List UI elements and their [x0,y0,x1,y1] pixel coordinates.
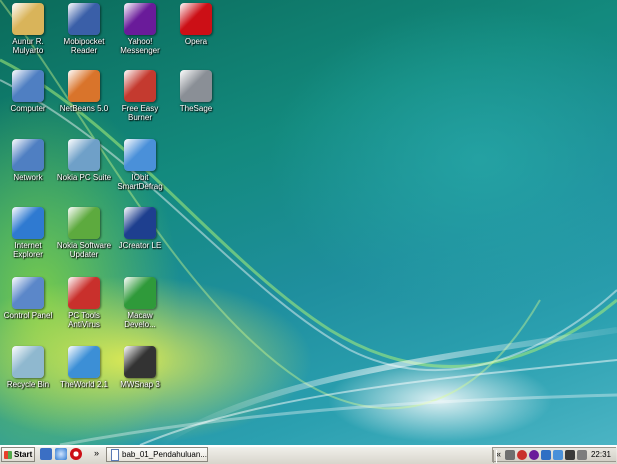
desktop-shortcut-label: MWSnap 3 [120,380,160,389]
taskbar-clock[interactable]: 22:31 [591,450,611,459]
desktop-shortcut-label: Free Easy Burner [121,104,159,122]
computer-icon [12,70,44,102]
tray-bluetooth-icon[interactable] [541,450,551,460]
desktop-shortcut[interactable]: TheSage [168,70,224,113]
desktop-shortcut[interactable]: PC Tools AntiVirus [56,277,112,329]
tray-separator [493,450,497,463]
desktop-shortcut-label: Recycle Bin [6,380,50,389]
opera-icon [180,3,212,35]
desktop-shortcut-label: Nokia Software Updater [56,241,112,259]
quick-launch-ie-icon[interactable] [55,448,67,460]
desktop-shortcut[interactable]: Network [0,139,56,182]
desktop-shortcut-label: TheWorld 2.1 [60,380,108,389]
desktop-shortcut-label: Yahoo! Messenger [120,37,160,55]
windows-logo-icon [4,450,12,459]
desktop-shortcut-label: Network [13,173,43,182]
desktop-shortcut[interactable]: Computer [0,70,56,113]
start-button[interactable]: Start [1,447,35,462]
desktop-shortcut[interactable]: Nokia PC Suite [56,139,112,182]
desktop-shortcut[interactable]: NetBeans 5.0 [56,70,112,113]
internet-explorer-icon [12,207,44,239]
desktop-shortcut[interactable]: Nokia Software Updater [56,207,112,259]
desktop-shortcut[interactable]: Mobipocket Reader [56,3,112,55]
desktop-shortcut[interactable]: Internet Explorer [0,207,56,259]
desktop-shortcut[interactable]: Macaw Develo... [112,277,168,329]
tray-volume-icon[interactable] [577,450,587,460]
desktop-shortcut-label: PC Tools AntiVirus [68,311,100,329]
taskbar-window-label: bab_01_Pendahuluan... [122,450,207,459]
desktop-shortcut[interactable]: Free Easy Burner [112,70,168,122]
desktop-shortcut[interactable]: JCreator LE [112,207,168,250]
nokia-software-updater-icon [68,207,100,239]
desktop-shortcut-label: JCreator LE [118,241,162,250]
smartdefrag-icon [124,139,156,171]
desktop-shortcut-label: Mobipocket Reader [63,37,105,55]
tray-display-icon[interactable] [565,450,575,460]
desktop-shortcut[interactable]: Recycle Bin [0,346,56,389]
theworld-browser-icon [68,346,100,378]
quick-launch-more-button[interactable]: » [94,448,99,458]
recycle-bin-icon [12,346,44,378]
desktop-shortcut-label: TheSage [179,104,213,113]
jcreator-icon [124,207,156,239]
desktop-shortcut-label: Computer [10,104,46,113]
document-icon [111,448,120,461]
desktop[interactable]: Aunur R. Mulyarto Mobipocket Reader Yahoo!… [0,0,617,445]
network-icon [12,139,44,171]
taskbar: Start » bab_01_Pendahuluan... « 22:31 [0,445,617,464]
taskbar-window-button[interactable]: bab_01_Pendahuluan... [106,447,208,462]
tray-network-icon[interactable] [505,450,515,460]
show-desktop-icon[interactable] [40,448,52,460]
pc-tools-antivirus-icon [68,277,100,309]
desktop-shortcut[interactable]: Control Panel [0,277,56,320]
desktop-shortcut-label: Macaw Develo... [124,311,156,329]
mwsnap-icon [124,346,156,378]
thesage-icon [180,70,212,102]
desktop-shortcut[interactable]: MWSnap 3 [112,346,168,389]
desktop-shortcut[interactable]: Opera [168,3,224,46]
system-tray: « 22:31 [492,447,616,463]
desktop-shortcut[interactable]: Yahoo! Messenger [112,3,168,55]
desktop-shortcut-label: Opera [184,37,208,46]
start-button-label: Start [14,450,33,459]
desktop-shortcut-label: IObit SmartDefrag [117,173,163,191]
yahoo-messenger-icon [124,3,156,35]
desktop-shortcut[interactable]: IObit SmartDefrag [112,139,168,191]
control-panel-icon [12,277,44,309]
desktop-shortcut-label: Aunur R. Mulyarto [12,37,44,55]
free-easy-burner-icon [124,70,156,102]
mobipocket-reader-icon [68,3,100,35]
desktop-shortcut-label: Control Panel [3,311,53,320]
desktop-shortcut[interactable]: TheWorld 2.1 [56,346,112,389]
desktop-shortcut[interactable]: Aunur R. Mulyarto [0,3,56,55]
tray-messenger-icon[interactable] [529,450,539,460]
desktop-shortcut-label: Internet Explorer [13,241,43,259]
tray-antivirus-icon[interactable] [517,450,527,460]
netbeans-icon [68,70,100,102]
desktop-shortcut-label: NetBeans 5.0 [59,104,109,113]
user-folder-icon [12,3,44,35]
desktop-shortcut-label: Nokia PC Suite [56,173,112,182]
macaw-developer-icon [124,277,156,309]
tray-update-icon[interactable] [553,450,563,460]
nokia-pc-suite-icon [68,139,100,171]
quick-launch-opera-icon[interactable] [70,448,82,460]
